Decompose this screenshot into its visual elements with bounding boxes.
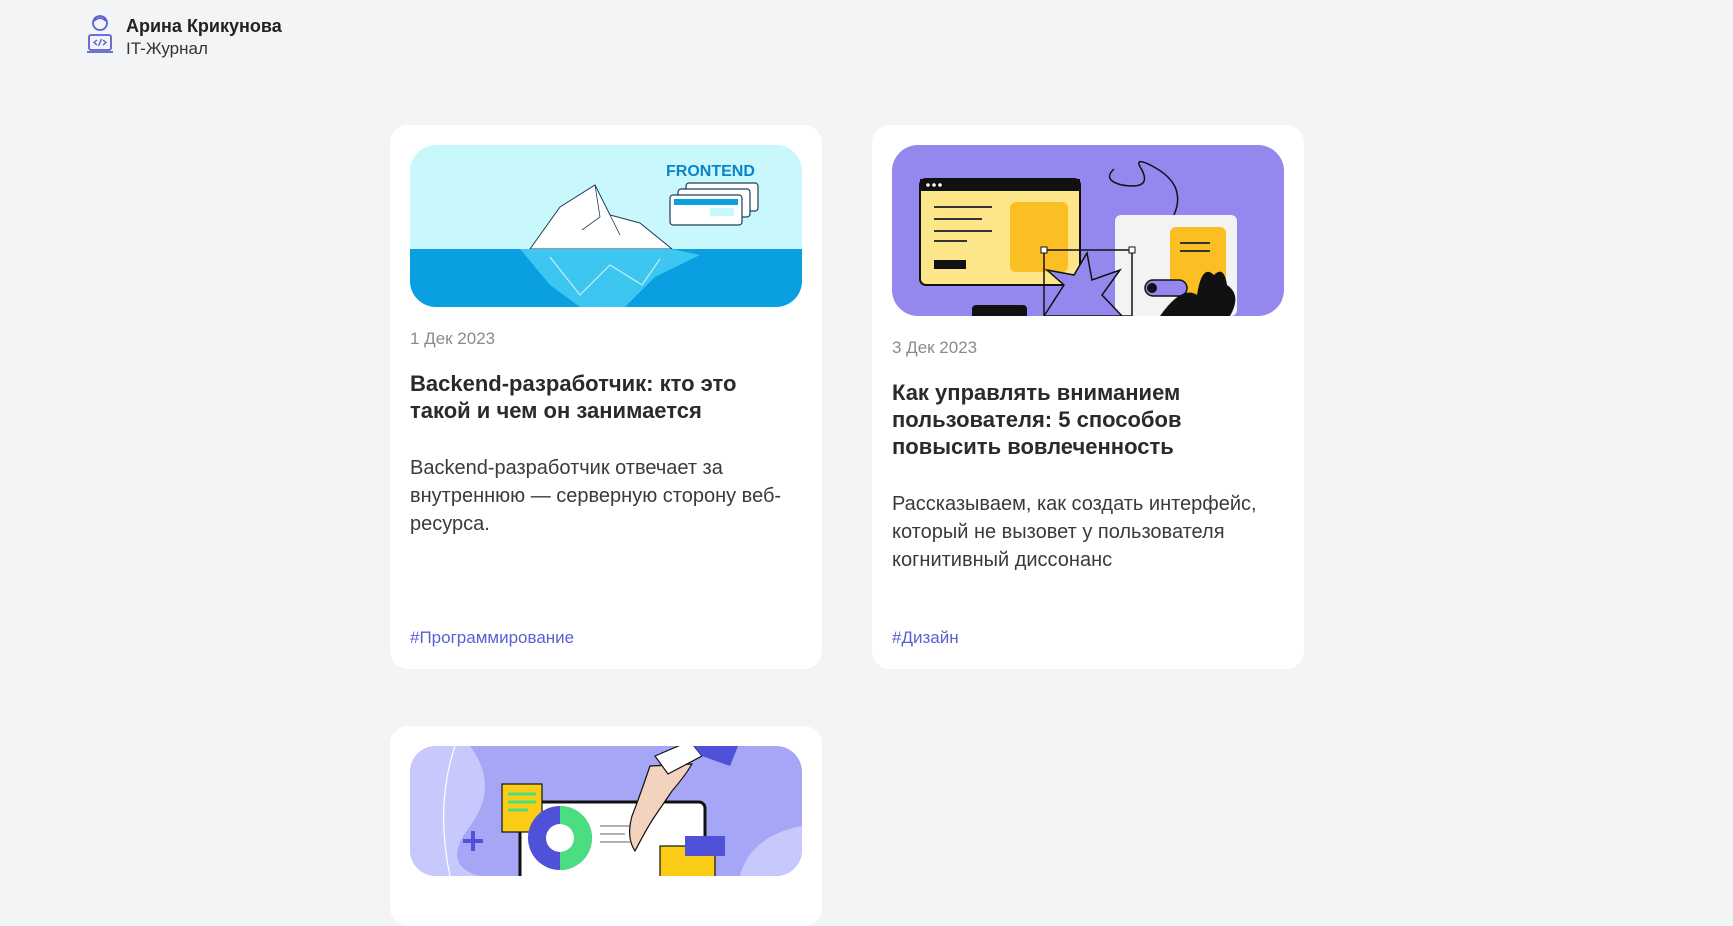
- analytics-illustration: [410, 746, 802, 876]
- ui-design-illustration: [892, 145, 1284, 316]
- article-card-backend[interactable]: FRONTEND 1 Дек 2023 Backend-разработчик:…: [390, 125, 822, 669]
- header-text: Арина Крикунова IT-Журнал: [126, 14, 282, 60]
- article-date: 3 Дек 2023: [892, 338, 978, 357]
- article-card-design[interactable]: 3 Дек 2023 Как управлять вниманием польз…: [872, 125, 1304, 669]
- article-card-analytics[interactable]: [390, 726, 822, 926]
- site-header: Арина Крикунова IT-Журнал: [86, 14, 282, 60]
- article-description: Рассказываем, как создать интерфейс, кот…: [892, 493, 1257, 571]
- tag-design-link[interactable]: #Дизайн: [892, 628, 959, 648]
- frontend-label: FRONTEND: [666, 163, 755, 180]
- article-date: 1 Дек 2023: [410, 329, 496, 348]
- developer-avatar-icon: [87, 15, 113, 53]
- article-title[interactable]: Как управлять вниманием пользователя: 5 …: [892, 379, 1284, 460]
- journal-name: IT-Журнал: [126, 39, 208, 58]
- article-title[interactable]: Backend-разработчик: кто это такой и чем…: [410, 370, 802, 424]
- iceberg-illustration: FRONTEND: [410, 145, 802, 307]
- author-name: Арина Крикунова: [126, 16, 282, 36]
- tag-programming-link[interactable]: #Программирование: [410, 628, 574, 648]
- article-description: Backend-разработчик отвечает за внутренн…: [410, 457, 782, 535]
